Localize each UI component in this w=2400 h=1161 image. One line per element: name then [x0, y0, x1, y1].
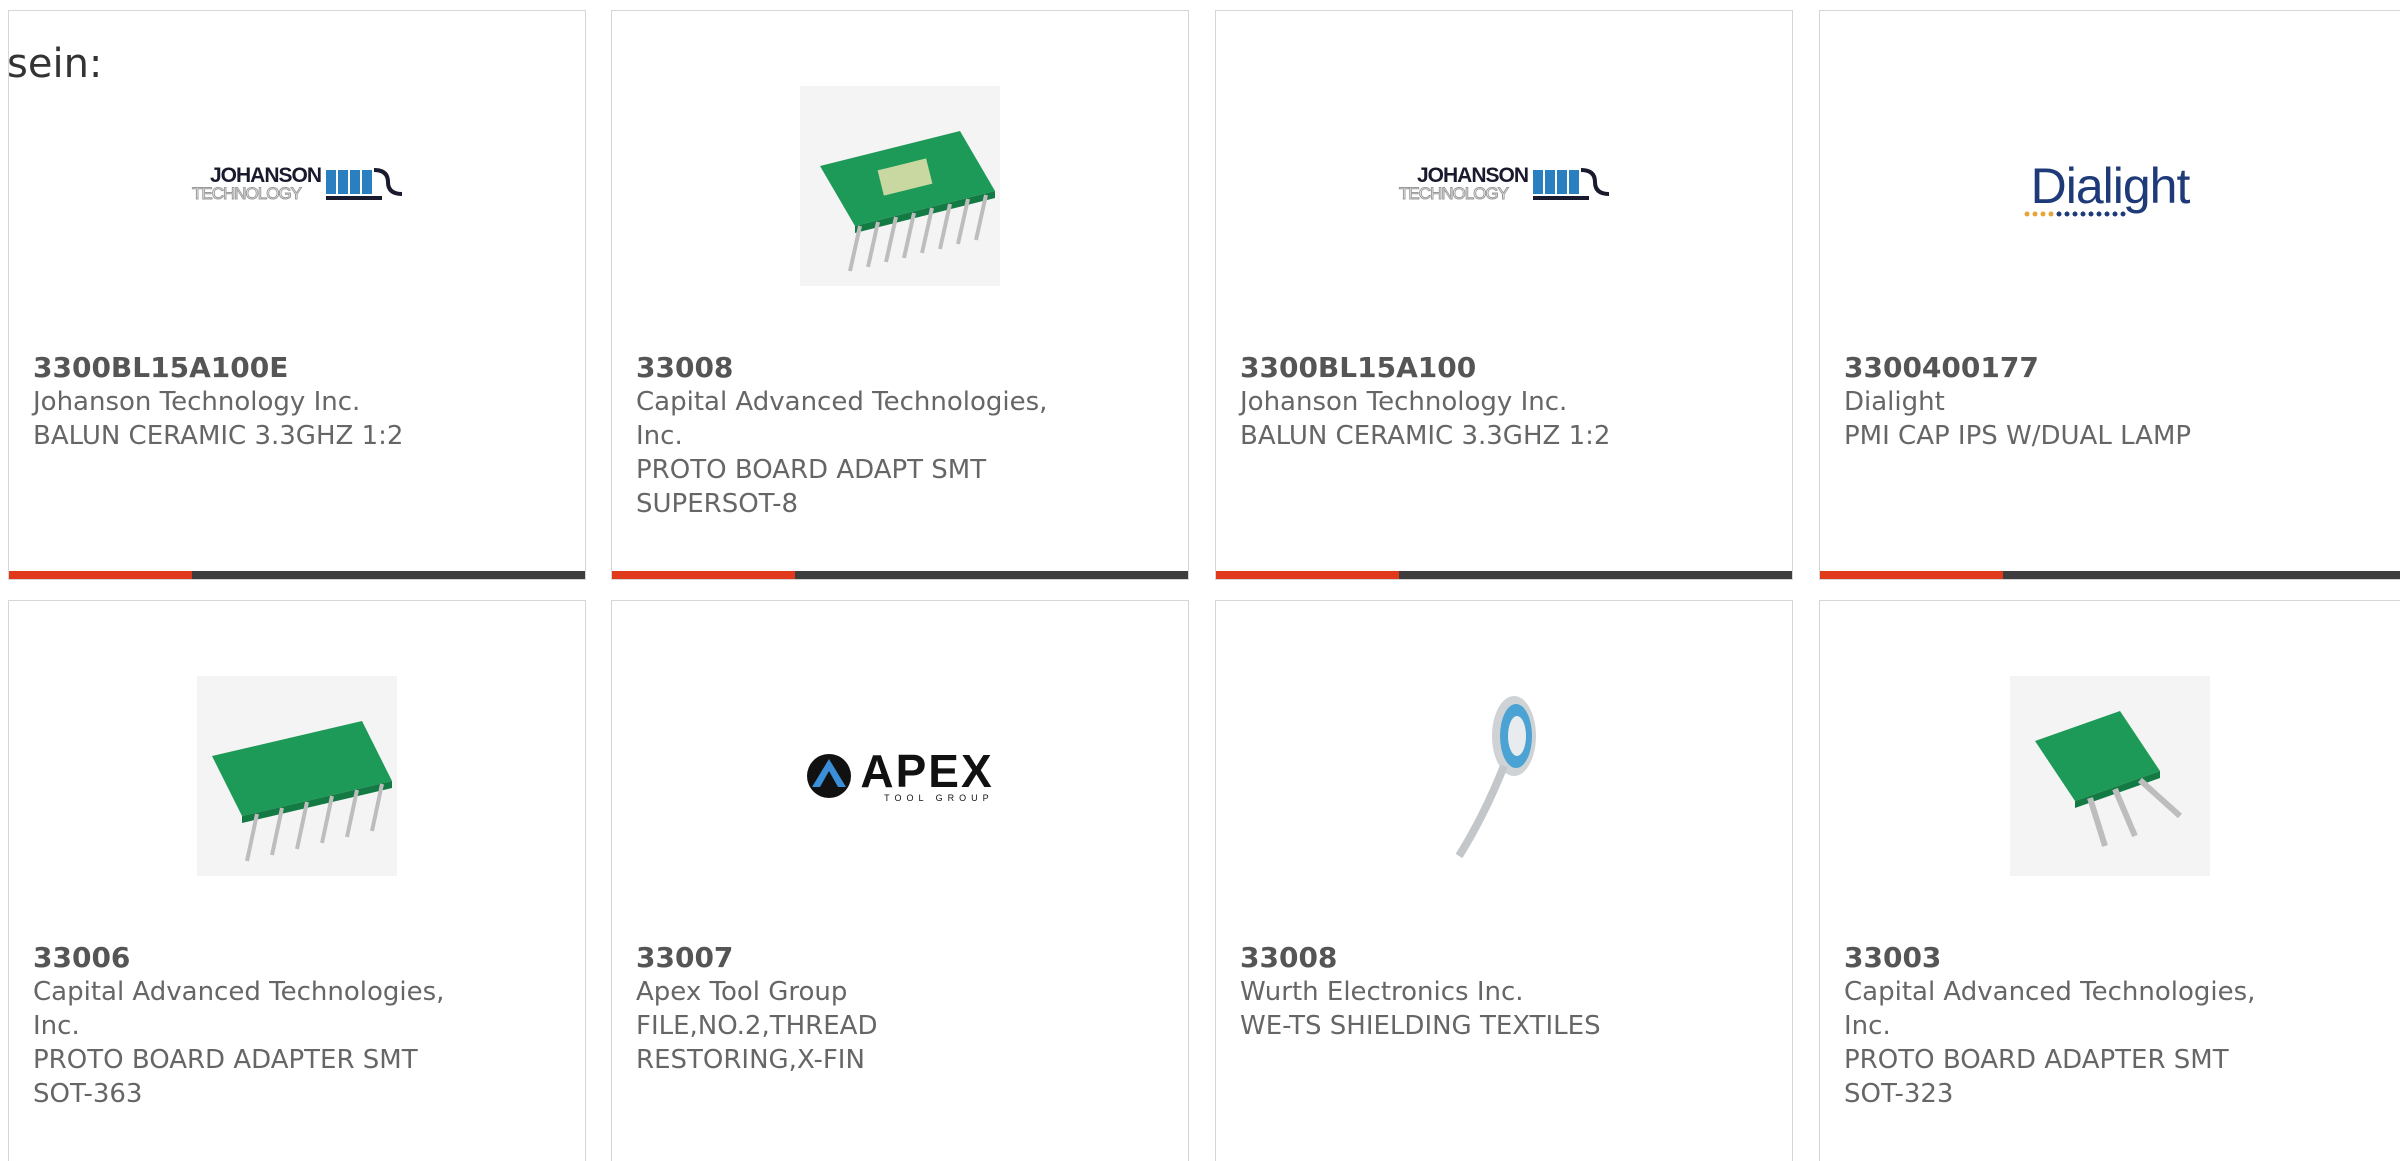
product-info: 33003 Capital Advanced Technologies, Inc… — [1844, 941, 2264, 1111]
product-image[interactable] — [9, 601, 585, 951]
dialight-logo-icon: Dialight — [2024, 157, 2190, 217]
part-number[interactable]: 33006 — [33, 941, 453, 975]
manufacturer: Capital Advanced Technologies, Inc. — [636, 387, 1048, 451]
product-grid-page: sein: JOHANSON TECHNOLOGY 3300BL15A100E … — [0, 0, 2400, 1161]
manufacturer: Apex Tool Group — [636, 977, 848, 1007]
product-image[interactable]: APEX TOOL GROUP — [612, 601, 1188, 951]
product-info: 3300400177 Dialight PMI CAP IPS W/DUAL L… — [1844, 351, 2264, 453]
johanson-logo-icon: JOHANSON TECHNOLOGY — [191, 164, 402, 208]
part-number[interactable]: 3300BL15A100E — [33, 351, 453, 385]
proto-board-icon — [197, 676, 397, 876]
description: BALUN CERAMIC 3.3GHZ 1:2 — [33, 421, 404, 451]
product-card[interactable]: 33003 Capital Advanced Technologies, Inc… — [1819, 600, 2400, 1161]
description: PROTO BOARD ADAPTER SMT SOT-363 — [33, 1045, 418, 1109]
product-card[interactable]: JOHANSON TECHNOLOGY 3300BL15A100E Johans… — [8, 10, 586, 580]
card-accent-bar — [612, 571, 795, 579]
card-accent-bar — [1216, 571, 1399, 579]
product-card[interactable]: APEX TOOL GROUP 33007 Apex Tool Group FI… — [611, 600, 1189, 1161]
product-card[interactable]: JOHANSON TECHNOLOGY 3300BL15A100 Johanso… — [1215, 10, 1793, 580]
card-bottom-bar — [612, 571, 1188, 579]
product-info: 3300BL15A100 Johanson Technology Inc. BA… — [1240, 351, 1660, 453]
manufacturer: Dialight — [1844, 387, 1945, 417]
product-info: 33008 Wurth Electronics Inc. WE-TS SHIEL… — [1240, 941, 1660, 1043]
description: BALUN CERAMIC 3.3GHZ 1:2 — [1240, 421, 1611, 451]
manufacturer: Capital Advanced Technologies, Inc. — [1844, 977, 2256, 1041]
product-image[interactable] — [612, 11, 1188, 361]
part-number[interactable]: 3300BL15A100 — [1240, 351, 1660, 385]
manufacturer: Johanson Technology Inc. — [1240, 387, 1568, 417]
card-bottom-bar — [1820, 571, 2400, 579]
shielding-tape-icon — [1455, 696, 1536, 859]
manufacturer: Capital Advanced Technologies, Inc. — [33, 977, 445, 1041]
card-accent-bar — [9, 571, 192, 579]
product-image[interactable] — [1820, 601, 2400, 951]
manufacturer: Wurth Electronics Inc. — [1240, 977, 1524, 1007]
description: PMI CAP IPS W/DUAL LAMP — [1844, 421, 2192, 451]
part-number[interactable]: 3300400177 — [1844, 351, 2264, 385]
part-number[interactable]: 33003 — [1844, 941, 2264, 975]
description: FILE,NO.2,THREAD RESTORING,X-FIN — [636, 1011, 878, 1075]
product-card[interactable]: 33008 Wurth Electronics Inc. WE-TS SHIEL… — [1215, 600, 1793, 1161]
product-info: 33006 Capital Advanced Technologies, Inc… — [33, 941, 453, 1111]
product-info: 33007 Apex Tool Group FILE,NO.2,THREAD R… — [636, 941, 1056, 1077]
description: PROTO BOARD ADAPT SMT SUPERSOT-8 — [636, 455, 987, 519]
proto-board-icon — [800, 86, 1000, 286]
description: PROTO BOARD ADAPTER SMT SOT-323 — [1844, 1045, 2229, 1109]
part-number[interactable]: 33008 — [636, 351, 1056, 385]
product-card[interactable]: Dialight 3300400177 Dialight PMI CAP IPS… — [1819, 10, 2400, 580]
product-info: 33008 Capital Advanced Technologies, Inc… — [636, 351, 1056, 521]
part-number[interactable]: 33008 — [1240, 941, 1660, 975]
product-card[interactable]: 33006 Capital Advanced Technologies, Inc… — [8, 600, 586, 1161]
card-accent-bar — [1820, 571, 2003, 579]
johanson-logo-icon: JOHANSON TECHNOLOGY — [1398, 164, 1609, 208]
proto-board-icon — [2010, 676, 2210, 876]
manufacturer: Johanson Technology Inc. — [33, 387, 361, 417]
intro-text: sein: — [7, 41, 103, 87]
card-bottom-bar — [9, 571, 585, 579]
description: WE-TS SHIELDING TEXTILES — [1240, 1011, 1601, 1041]
product-image[interactable]: JOHANSON TECHNOLOGY — [1216, 11, 1792, 361]
product-image[interactable] — [1216, 601, 1792, 951]
apex-logo-icon: APEX TOOL GROUP — [806, 748, 993, 803]
product-card[interactable]: 33008 Capital Advanced Technologies, Inc… — [611, 10, 1189, 580]
part-number[interactable]: 33007 — [636, 941, 1056, 975]
product-info: 3300BL15A100E Johanson Technology Inc. B… — [33, 351, 453, 453]
card-bottom-bar — [1216, 571, 1792, 579]
product-image[interactable]: Dialight — [1820, 11, 2400, 361]
